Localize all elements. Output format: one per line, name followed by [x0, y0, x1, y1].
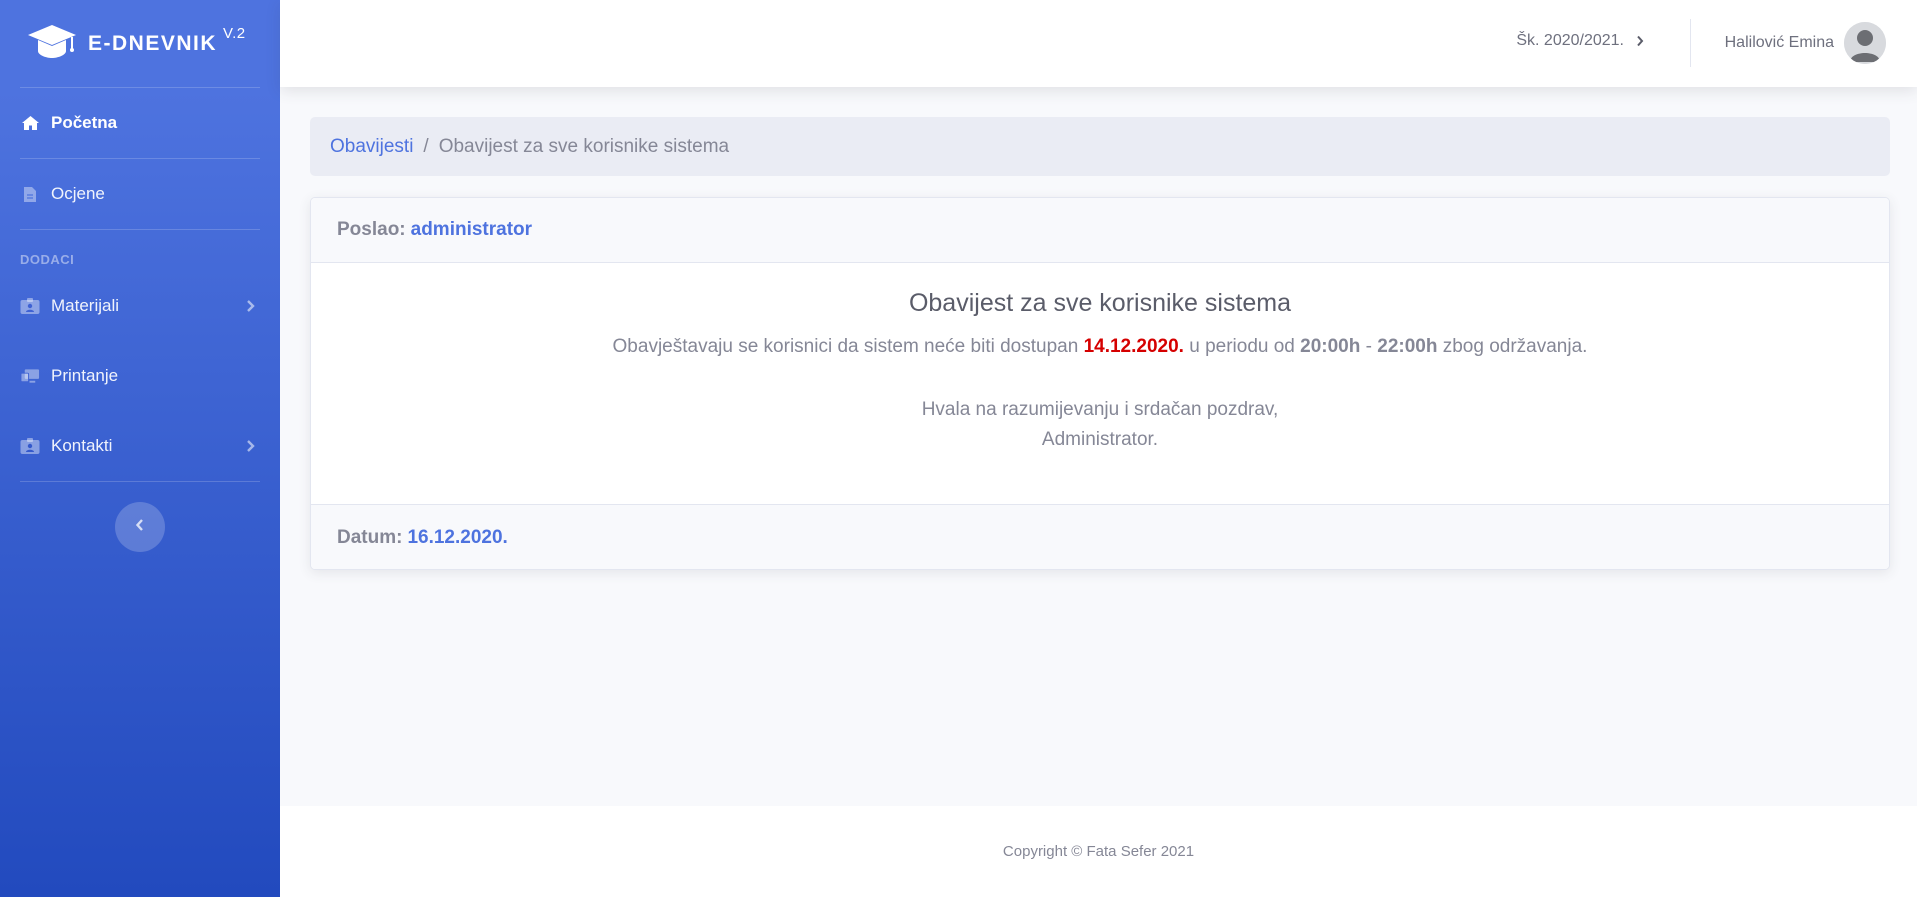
notice-text-part: Obavještavaju se korisnici da sistem neć…	[612, 336, 1079, 357]
chevron-right-icon	[246, 439, 256, 453]
copyright-text: Copyright © Fata Sefer 2021	[1002, 843, 1195, 860]
sidebar-divider	[20, 481, 260, 482]
notice-text: Obavještavaju se korisnici da sistem neć…	[311, 336, 1889, 358]
sender-value: administrator	[410, 219, 533, 240]
notice-text-part: zbog održavanja.	[1442, 336, 1588, 357]
sidebar-item-kontakti[interactable]: Kontakti	[0, 411, 280, 481]
breadcrumb-separator: /	[423, 135, 429, 157]
user-dropdown[interactable]: Halilović Emina	[1725, 22, 1886, 64]
notice-text-part: u periodu od	[1189, 336, 1295, 357]
graduation-cap-icon	[26, 21, 88, 66]
id-badge-icon	[20, 437, 40, 455]
sidebar-item-label: Kontakti	[51, 436, 113, 455]
topbar: Šk. 2020/2021. Halilović Emina	[280, 0, 1917, 87]
chevron-right-icon	[246, 299, 256, 313]
desktop-icon	[20, 367, 40, 385]
sidebar-item-label: Materijali	[51, 296, 120, 315]
notice-time-to: 22:00h	[1377, 336, 1438, 357]
file-icon	[20, 185, 40, 203]
sidebar-item-pocetna[interactable]: Početna	[0, 88, 280, 158]
sidebar-item-materijali[interactable]: Materijali	[0, 271, 280, 341]
notice-closing-signature: Administrator.	[1041, 429, 1159, 450]
avatar	[1844, 22, 1886, 64]
school-year-selector[interactable]: Šk. 2020/2021.	[1516, 32, 1644, 50]
chevron-left-icon	[135, 518, 145, 537]
sidebar-heading: DODACI	[20, 252, 75, 267]
notice-closing: Hvala na razumijevanju i srdačan pozdrav…	[311, 395, 1889, 455]
date-value: 16.12.2020.	[407, 526, 508, 548]
breadcrumb: Obavijesti / Obavijest za sve korisnike …	[310, 117, 1890, 176]
brand-name: E-DNEVNIK	[88, 31, 218, 55]
brand-version: V.2	[223, 25, 246, 42]
date-label: Datum:	[337, 526, 403, 548]
page-footer: Copyright © Fata Sefer 2021	[280, 806, 1917, 897]
notice-time-from: 20:00h	[1300, 336, 1361, 357]
topbar-divider	[1690, 19, 1691, 67]
breadcrumb-current: Obavijest za sve korisnike sistema	[438, 135, 730, 157]
sidebar-item-ocjene[interactable]: Ocjene	[0, 159, 280, 229]
notice-card-body: Obavijest za sve korisnike sistema Obavj…	[311, 263, 1889, 504]
home-icon	[20, 114, 40, 132]
sender-label: Poslao:	[337, 219, 406, 240]
id-badge-icon	[20, 297, 40, 315]
sidebar-item-label: Printanje	[51, 366, 119, 385]
school-year-label: Šk. 2020/2021.	[1516, 32, 1624, 49]
sidebar-item-label: Početna	[51, 113, 118, 132]
notice-closing-line: Hvala na razumijevanju i srdačan pozdrav…	[921, 399, 1279, 420]
sidebar-item-label: Ocjene	[51, 184, 105, 203]
user-name: Halilović Emina	[1724, 34, 1834, 51]
notice-outage-date: 14.12.2020.	[1083, 336, 1184, 357]
brand[interactable]: E-DNEVNIK V.2	[0, 0, 280, 87]
sidebar: E-DNEVNIK V.2 Početna Ocjene DODACI Mate…	[0, 0, 280, 897]
notice-title: Obavijest za sve korisnike sistema	[908, 289, 1292, 317]
chevron-right-icon	[1637, 35, 1644, 47]
notice-card-footer: Datum: 16.12.2020.	[311, 504, 1889, 569]
notice-card: Poslao: administrator Obavijest za sve k…	[310, 197, 1890, 570]
breadcrumb-link-obavijesti[interactable]: Obavijesti	[330, 136, 413, 158]
notice-dash: -	[1365, 336, 1372, 357]
sidebar-toggle-button[interactable]	[115, 502, 165, 552]
sidebar-item-printanje[interactable]: Printanje	[0, 341, 280, 411]
notice-card-header: Poslao: administrator	[311, 198, 1889, 263]
